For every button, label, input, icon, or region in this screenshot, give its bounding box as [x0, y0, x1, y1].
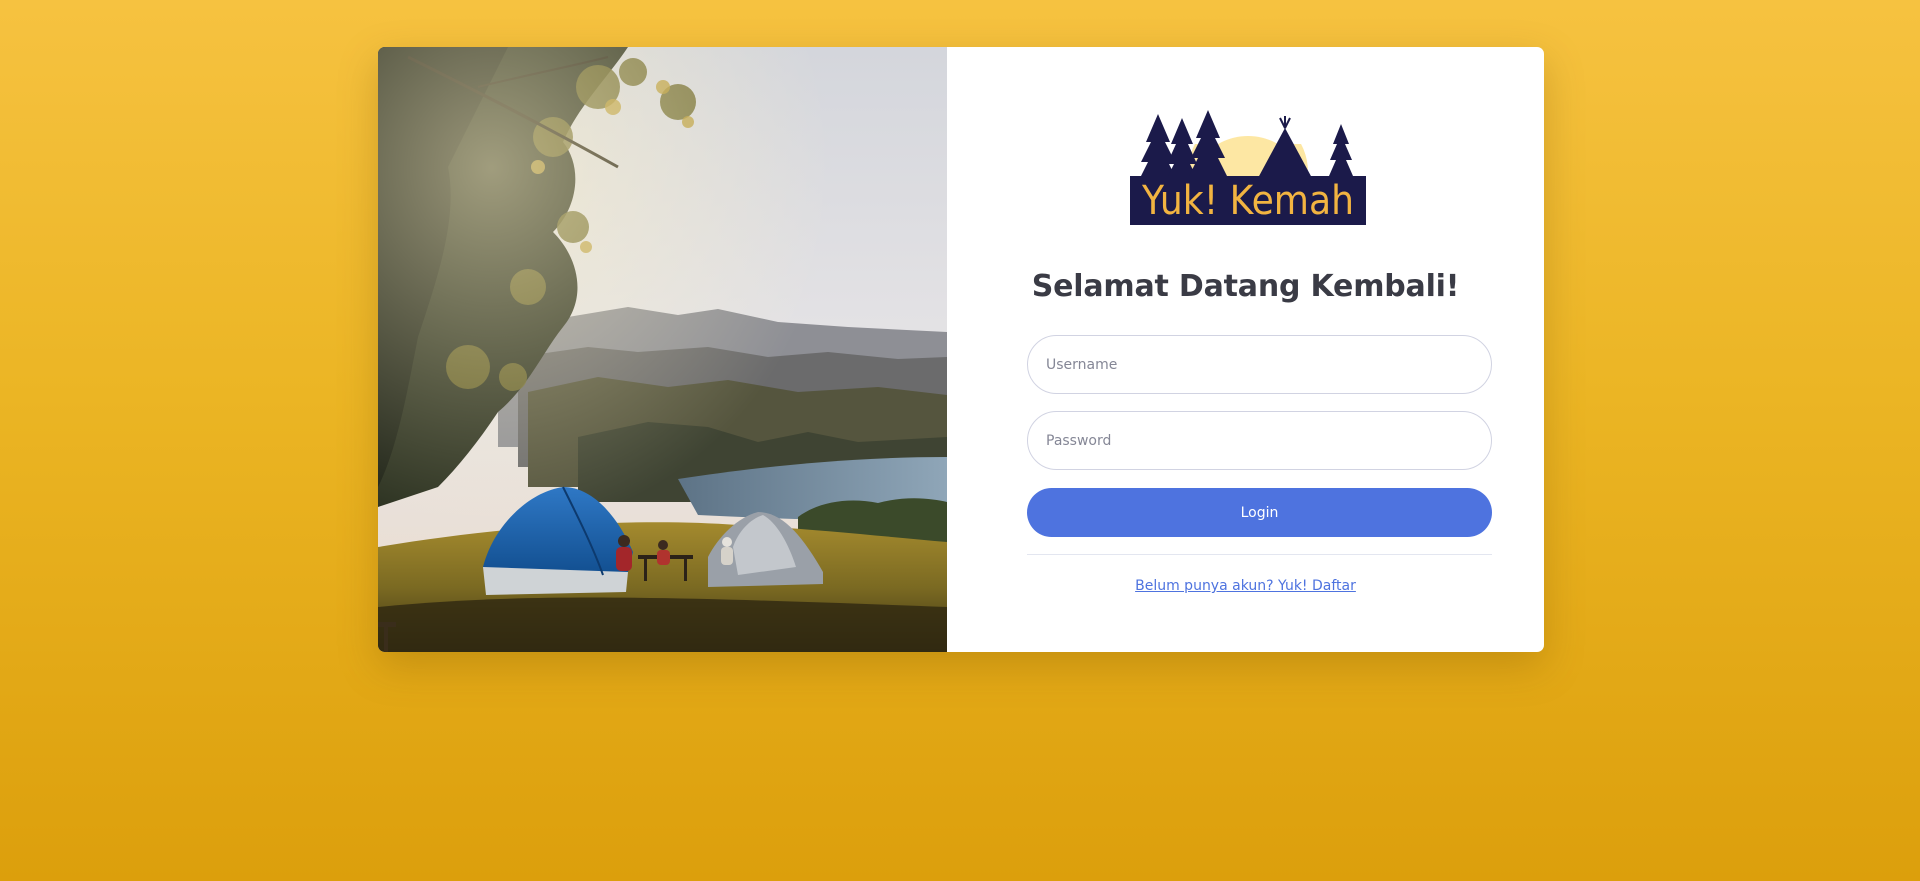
login-card: Yuk! Kemah Selamat Datang Kembali! Login… [378, 47, 1544, 652]
yuk-kemah-logo: Yuk! Kemah [1130, 100, 1366, 225]
register-link[interactable]: Belum punya akun? Yuk! Daftar [947, 578, 1544, 594]
page-title: Selamat Datang Kembali! [1031, 269, 1460, 304]
username-input[interactable] [1027, 335, 1492, 394]
camping-hero-image [378, 47, 947, 652]
login-form-panel: Yuk! Kemah Selamat Datang Kembali! Login… [947, 47, 1544, 652]
divider [1027, 554, 1492, 555]
login-button[interactable]: Login [1027, 488, 1492, 537]
password-input[interactable] [1027, 411, 1492, 470]
logo-text: Yuk! Kemah [1141, 178, 1354, 224]
